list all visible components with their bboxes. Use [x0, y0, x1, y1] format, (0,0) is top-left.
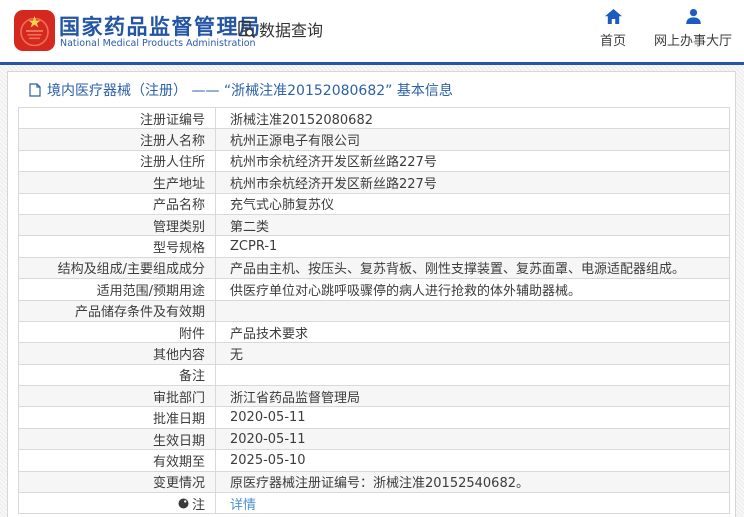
row-label: 其他内容 [19, 343, 216, 364]
site-header: 国家药品监督管理局 National Medical Products Admi… [0, 0, 744, 62]
row-value: 杭州正源电子有限公司 [230, 134, 361, 150]
home-icon [604, 9, 622, 24]
row-value [216, 365, 729, 385]
row-value [216, 301, 729, 321]
row-label: 附件 [19, 321, 216, 343]
site-subtitle: National Medical Products Administration [60, 38, 256, 49]
row-label: 管理类别 [19, 214, 216, 236]
note-label: 注 [191, 497, 205, 513]
table-row: 管理类别 第二类 [19, 214, 729, 237]
row-label: 注册人名称 [19, 129, 216, 150]
row-value: 浙江省药品监督管理局 [230, 390, 361, 406]
row-value: 2025-05-10 [230, 452, 306, 468]
nav-home[interactable]: 首页 [592, 9, 634, 49]
row-value: 2020-05-11 [230, 410, 306, 426]
table-row: 变更情况 原医疗器械注册证编号：浙械注准20152540682。 [19, 471, 729, 494]
row-label: 注 [19, 493, 216, 514]
row-value: 产品由主机、按压头、复苏背板、刚性支撑装置、复苏面罩、电源适配器组成。 [230, 262, 686, 278]
row-value: 供医疗单位对心跳呼吸骤停的病人进行抢救的体外辅助器械。 [230, 283, 582, 299]
table-row-note: 注 详情 [19, 493, 729, 515]
row-value: 浙械注准20152080682 [230, 112, 373, 128]
table-row: 审批部门 浙江省药品监督管理局 [19, 386, 729, 408]
table-row: 型号规格 ZCPR-1 [19, 236, 729, 258]
row-label: 备注 [19, 364, 216, 386]
row-label: 产品名称 [19, 193, 216, 214]
document-search-icon [237, 20, 256, 39]
detail-link[interactable]: 详情 [230, 494, 256, 513]
data-query-label: 数据查询 [259, 21, 324, 40]
site-title: 国家药品监督管理局 [59, 15, 262, 39]
content-panel: 境内医疗器械（注册） —— “浙械注准20152080682” 基本信息 注册证… [7, 71, 736, 517]
data-query-nav[interactable]: 数据查询 [237, 17, 323, 41]
nav-service-hall[interactable]: 网上办事大厅 [650, 9, 736, 49]
row-label: 变更情况 [19, 471, 216, 493]
info-table: 注册证编号 浙械注准20152080682 注册人名称 杭州正源电子有限公司 注… [18, 107, 730, 515]
nav-home-label: 首页 [599, 34, 626, 49]
row-value: 无 [230, 347, 244, 363]
row-value: 第二类 [230, 219, 270, 235]
table-row: 批准日期 2020-05-11 [19, 407, 729, 429]
row-label: 结构及组成/主要组成成分 [19, 257, 216, 279]
table-row: 注册人名称 杭州正源电子有限公司 [19, 129, 729, 151]
table-row: 注册证编号 浙械注准20152080682 [19, 108, 729, 130]
row-label: 有效期至 [19, 450, 216, 471]
row-label: 产品储存条件及有效期 [19, 300, 216, 321]
row-value: 产品技术要求 [230, 326, 309, 342]
row-value: 2020-05-11 [230, 431, 306, 447]
table-row: 有效期至 2025-05-10 [19, 450, 729, 472]
row-value: 充气式心肺复苏仪 [230, 198, 335, 214]
row-label: 型号规格 [19, 236, 216, 257]
row-label: 注册证编号 [19, 108, 216, 129]
table-row: 生效日期 2020-05-11 [19, 428, 729, 451]
table-row: 注册人住所 杭州市余杭经济开发区新丝路227号 [19, 150, 729, 173]
row-label: 注册人住所 [19, 150, 216, 172]
row-value: 杭州市余杭经济开发区新丝路227号 [230, 176, 437, 192]
row-value: ZCPR-1 [230, 239, 278, 255]
row-value: 杭州市余杭经济开发区新丝路227号 [230, 155, 437, 171]
user-icon [685, 9, 702, 24]
note-icon [178, 498, 189, 509]
table-row: 结构及组成/主要组成成分 产品由主机、按压头、复苏背板、刚性支撑装置、复苏面罩、… [19, 257, 729, 280]
row-value: 原医疗器械注册证编号：浙械注准20152540682。 [230, 476, 529, 492]
table-row: 产品储存条件及有效期 [19, 300, 729, 322]
nav-service-hall-label: 网上办事大厅 [653, 34, 732, 49]
table-row: 适用范围/预期用途 供医疗单位对心跳呼吸骤停的病人进行抢救的体外辅助器械。 [19, 279, 729, 301]
page-title-text: 境内医疗器械（注册） —— “浙械注准20152080682” 基本信息 [47, 83, 453, 99]
table-row: 备注 [19, 364, 729, 387]
table-row: 生产地址 杭州市余杭经济开发区新丝路227号 [19, 172, 729, 194]
row-label: 适用范围/预期用途 [19, 279, 216, 300]
row-label: 批准日期 [19, 407, 216, 428]
table-row: 附件 产品技术要求 [19, 321, 729, 344]
table-row: 产品名称 充气式心肺复苏仪 [19, 193, 729, 215]
row-label: 审批部门 [19, 386, 216, 407]
table-row: 其他内容 无 [19, 343, 729, 365]
row-label: 生效日期 [19, 428, 216, 450]
page-title: 境内医疗器械（注册） —— “浙械注准20152080682” 基本信息 [29, 80, 453, 100]
document-icon [29, 83, 41, 97]
row-label: 生产地址 [19, 172, 216, 193]
national-emblem-icon[interactable] [14, 10, 55, 51]
